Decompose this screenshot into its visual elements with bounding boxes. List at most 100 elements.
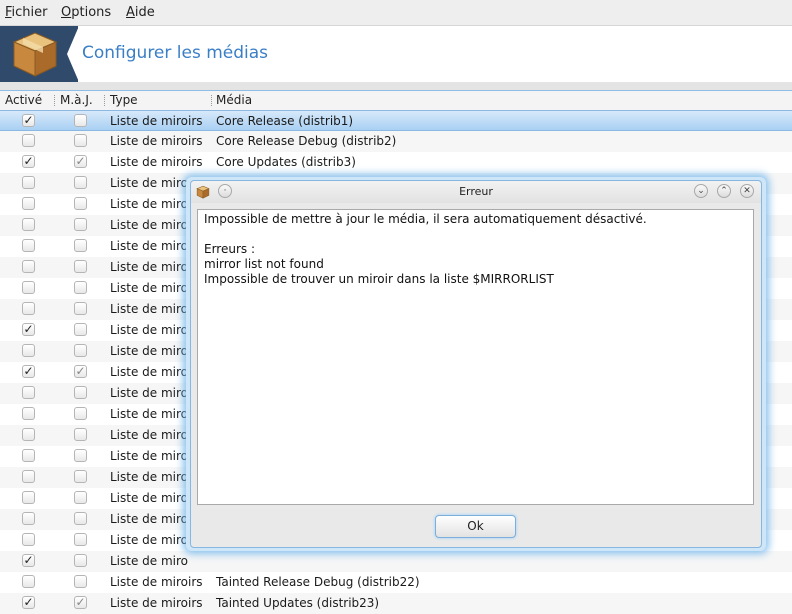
cell-type: Liste de miro xyxy=(110,449,189,463)
enabled-checkbox[interactable]: ✓ xyxy=(22,155,35,168)
cell-media: Core Release (distrib1) xyxy=(216,114,354,128)
update-checkbox[interactable] xyxy=(74,512,87,525)
cell-type: Liste de miro xyxy=(110,407,189,421)
enabled-checkbox[interactable] xyxy=(22,470,35,483)
update-checkbox[interactable] xyxy=(74,470,87,483)
cell-type: Liste de miro xyxy=(110,365,189,379)
cell-type: Liste de miroirs xyxy=(110,155,203,169)
update-checkbox[interactable] xyxy=(74,218,87,231)
table-row[interactable]: Liste de miroirs Core Release Debug (dist… xyxy=(0,131,792,152)
table-row[interactable]: ✓ Liste de miro xyxy=(0,551,792,572)
cell-type: Liste de miro xyxy=(110,218,189,232)
update-checkbox[interactable] xyxy=(74,239,87,252)
ok-button[interactable]: Ok xyxy=(435,515,516,538)
menu-options[interactable]: Options xyxy=(61,5,111,20)
table-row[interactable]: Liste de miroirs Tainted Release Debug (d… xyxy=(0,572,792,593)
cell-media: Core Release Debug (distrib2) xyxy=(216,134,397,148)
menu-aide-label: ide xyxy=(134,5,155,20)
update-checkbox[interactable] xyxy=(74,554,87,567)
close-icon[interactable]: ✕ xyxy=(740,184,754,198)
enabled-checkbox[interactable] xyxy=(22,386,35,399)
column-separator[interactable] xyxy=(54,95,56,106)
enabled-checkbox[interactable] xyxy=(22,512,35,525)
enabled-checkbox[interactable] xyxy=(22,407,35,420)
menu-fichier[interactable]: Fichier xyxy=(5,5,48,20)
update-checkbox[interactable] xyxy=(74,281,87,294)
cell-type: Liste de miro xyxy=(110,491,189,505)
update-checkbox[interactable] xyxy=(74,407,87,420)
enabled-checkbox[interactable]: ✓ xyxy=(22,323,35,336)
header-icon-area xyxy=(0,26,79,82)
enabled-checkbox[interactable] xyxy=(22,302,35,315)
enabled-checkbox[interactable] xyxy=(22,176,35,189)
cell-type: Liste de miroirs xyxy=(110,134,203,148)
update-checkbox[interactable] xyxy=(74,449,87,462)
enabled-checkbox[interactable]: ✓ xyxy=(22,554,35,567)
enabled-checkbox[interactable]: ✓ xyxy=(22,596,35,609)
update-checkbox[interactable] xyxy=(74,344,87,357)
update-checkbox[interactable]: ✓ xyxy=(74,596,87,609)
enabled-checkbox[interactable] xyxy=(22,575,35,588)
page-title: Configurer les médias xyxy=(82,43,269,63)
cell-type: Liste de miro xyxy=(110,302,189,316)
cell-type: Liste de miro xyxy=(110,281,189,295)
minimize-icon[interactable]: ⌄ xyxy=(694,184,708,198)
column-header-active[interactable]: Activé xyxy=(5,93,42,107)
dialog-titlebar[interactable]: · Erreur ⌄ ⌃ ✕ xyxy=(191,181,761,203)
cell-type: Liste de miroirs xyxy=(110,575,203,589)
enabled-checkbox[interactable] xyxy=(22,134,35,147)
enabled-checkbox[interactable]: ✓ xyxy=(22,365,35,378)
menu-bar: Fichier Options Aide xyxy=(0,0,792,26)
menu-aide[interactable]: Aide xyxy=(126,5,155,20)
enabled-checkbox[interactable] xyxy=(22,449,35,462)
table-header: Activé M.à.J. Type Média xyxy=(0,91,792,111)
update-checkbox[interactable] xyxy=(74,575,87,588)
cell-media: Core Updates (distrib3) xyxy=(216,155,356,169)
enabled-checkbox[interactable] xyxy=(22,197,35,210)
header-divider xyxy=(0,82,792,91)
column-separator[interactable] xyxy=(104,95,106,106)
update-checkbox[interactable] xyxy=(74,533,87,546)
update-checkbox[interactable] xyxy=(74,323,87,336)
cell-type: Liste de miro xyxy=(110,344,189,358)
update-checkbox[interactable]: ✓ xyxy=(74,155,87,168)
enabled-checkbox[interactable] xyxy=(22,533,35,546)
update-checkbox[interactable]: ✓ xyxy=(74,365,87,378)
enabled-checkbox[interactable] xyxy=(22,239,35,252)
update-checkbox[interactable] xyxy=(74,302,87,315)
update-checkbox[interactable] xyxy=(74,176,87,189)
cell-type: Liste de miro xyxy=(110,533,189,547)
update-checkbox[interactable] xyxy=(74,386,87,399)
cell-type: Liste de miro xyxy=(110,197,189,211)
table-row[interactable]: ✓ ✓ Liste de miroirs Tainted Updates (distr… xyxy=(0,593,792,614)
update-checkbox[interactable] xyxy=(74,197,87,210)
error-dialog: · Erreur ⌄ ⌃ ✕ Impossible de mettre à jo… xyxy=(190,180,762,548)
enabled-checkbox[interactable] xyxy=(22,218,35,231)
enabled-checkbox[interactable] xyxy=(22,491,35,504)
update-checkbox[interactable] xyxy=(74,134,87,147)
update-checkbox[interactable] xyxy=(74,491,87,504)
enabled-checkbox[interactable]: ✓ xyxy=(22,114,35,127)
cell-type: Liste de miro xyxy=(110,428,189,442)
table-row[interactable]: ✓ Liste de miroirs Core Release (distrib1) xyxy=(0,110,792,131)
update-checkbox[interactable] xyxy=(74,428,87,441)
package-box-icon xyxy=(12,32,58,77)
cell-media: Tainted Release Debug (distrib22) xyxy=(216,575,420,589)
menu-aide-mnemonic: A xyxy=(126,5,135,20)
enabled-checkbox[interactable] xyxy=(22,428,35,441)
enabled-checkbox[interactable] xyxy=(22,260,35,273)
column-separator[interactable] xyxy=(211,95,213,106)
dialog-title: Erreur xyxy=(459,185,493,198)
update-checkbox[interactable] xyxy=(74,114,87,127)
update-checkbox[interactable] xyxy=(74,260,87,273)
table-row[interactable]: ✓ ✓ Liste de miroirs Core Updates (distrib3… xyxy=(0,152,792,173)
column-header-update[interactable]: M.à.J. xyxy=(60,93,93,107)
maximize-icon[interactable]: ⌃ xyxy=(717,184,731,198)
cell-type: Liste de miro xyxy=(110,323,189,337)
cell-type: Liste de miroirs xyxy=(110,114,203,128)
cell-media: Tainted Updates (distrib23) xyxy=(216,596,380,610)
enabled-checkbox[interactable] xyxy=(22,281,35,294)
enabled-checkbox[interactable] xyxy=(22,344,35,357)
column-header-type[interactable]: Type xyxy=(110,93,138,107)
column-header-media[interactable]: Média xyxy=(216,93,252,107)
